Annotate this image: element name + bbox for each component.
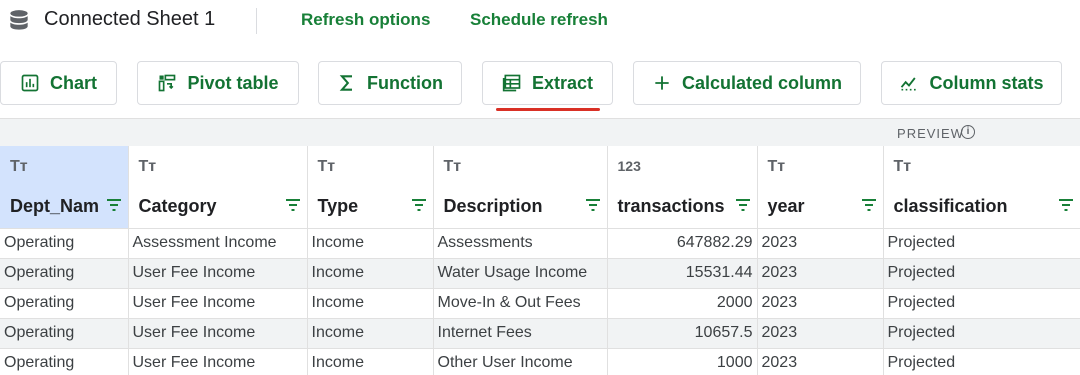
table-cell[interactable]: 647882.29 [607,228,758,259]
table-cell[interactable]: Assessments [433,228,608,259]
column-stats-button[interactable]: Column stats [881,61,1062,105]
table-cell[interactable]: 2023 [757,348,884,375]
table-cell[interactable]: Assessment Income [128,228,308,259]
table-row: Operating User Fee Income Income Other U… [0,348,1080,375]
table-cell[interactable]: 1000 [607,348,758,375]
column-header-dept-nam[interactable]: Tт Dept_Nam [0,146,129,229]
column-header-transactions[interactable]: 123 transactions [607,146,758,229]
table-cell[interactable]: User Fee Income [128,258,308,289]
text-type-icon: Tт [138,158,157,175]
table-cell[interactable]: 2023 [757,228,884,259]
table-cell[interactable]: Projected [883,258,1080,289]
title-divider [256,8,257,34]
column-stats-icon [901,77,917,91]
column-name: classification [893,196,1008,216]
text-type-icon: Tт [317,158,336,175]
table-row: Operating User Fee Income Income Interne… [0,318,1080,349]
bar-chart-icon [21,74,39,92]
table-cell[interactable]: User Fee Income [128,318,308,349]
filter-icon[interactable] [585,198,601,212]
table-cell[interactable]: Projected [883,318,1080,349]
function-button[interactable]: Function [318,61,462,105]
table-cell[interactable]: 2023 [757,258,884,289]
column-name: transactions [617,196,725,216]
filter-icon[interactable] [285,198,301,212]
table-cell[interactable]: 10657.5 [607,318,758,349]
extract-button[interactable]: Extract [482,61,613,105]
filter-icon[interactable] [1058,198,1074,212]
column-name: year [767,196,805,216]
schedule-refresh-link[interactable]: Schedule refresh [470,10,608,30]
table-row: Operating User Fee Income Income Water U… [0,258,1080,289]
table-cell[interactable]: 2023 [757,318,884,349]
table-cell[interactable]: Other User Income [433,348,608,375]
title-bar: Connected Sheet 1 Refresh options Schedu… [0,0,1080,42]
chart-button[interactable]: Chart [0,61,117,105]
table-cell[interactable]: Operating [0,288,129,319]
column-header-type[interactable]: Tт Type [307,146,434,229]
table-cell[interactable]: 15531.44 [607,258,758,289]
column-name: Description [443,196,543,216]
text-type-icon: Tт [767,158,786,175]
number-type-icon: 123 [617,158,641,174]
column-header-year[interactable]: Tт year [757,146,884,229]
pivot-table-button-label: Pivot table [187,72,279,93]
pivot-table-button[interactable]: Pivot table [137,61,299,105]
sigma-icon [339,75,352,91]
refresh-options-link[interactable]: Refresh options [301,10,430,30]
table-cell[interactable]: Income [307,288,434,319]
text-type-icon: Tт [893,158,912,175]
table-cell[interactable]: 2023 [757,288,884,319]
filter-icon[interactable] [735,198,751,212]
table-cell[interactable]: User Fee Income [128,348,308,375]
filter-icon[interactable] [861,198,877,212]
sheet-title: Connected Sheet 1 [44,8,216,30]
text-type-icon: Tт [10,158,28,175]
table-cell[interactable]: Projected [883,228,1080,259]
table-cell[interactable]: Operating [0,318,129,349]
table-cell[interactable]: Income [307,258,434,289]
column-header-category[interactable]: Tт Category [128,146,308,229]
database-icon [10,10,28,30]
info-icon[interactable]: i [961,125,975,139]
table-cell[interactable]: Water Usage Income [433,258,608,289]
function-button-label: Function [367,72,443,93]
table-row: Operating User Fee Income Income Move-In… [0,288,1080,319]
table-cell[interactable]: Move-In & Out Fees [433,288,608,319]
filter-icon[interactable] [106,198,122,212]
table-cell[interactable]: User Fee Income [128,288,308,319]
table-cell[interactable]: Internet Fees [433,318,608,349]
preview-label: PREVIEW [897,126,964,141]
filter-icon[interactable] [411,198,427,212]
calculated-column-button-label: Calculated column [681,72,843,93]
table-cell[interactable]: Operating [0,228,129,259]
table-cell[interactable]: Operating [0,258,129,289]
column-name: Dept_Nam [10,196,100,216]
table-cell[interactable]: Operating [0,348,129,375]
chart-button-label: Chart [49,72,97,93]
table-cell[interactable]: Income [307,228,434,259]
column-stats-button-label: Column stats [929,72,1044,93]
text-type-icon: Tт [443,158,462,175]
column-header-classification[interactable]: Tт classification [883,146,1080,229]
column-header-description[interactable]: Tт Description [433,146,608,229]
table-cell[interactable]: Income [307,348,434,375]
column-header-row: Tт Dept_Nam Tт Category Tт Type Tт Descr… [0,146,1080,229]
data-preview-table: Tт Dept_Nam Tт Category Tт Type Tт Descr… [0,146,1080,375]
column-name: Category [138,196,217,216]
calculated-column-button[interactable]: Calculated column [633,61,861,105]
table-cell[interactable]: Income [307,318,434,349]
table-cell[interactable]: Projected [883,288,1080,319]
column-name: Type [317,196,359,216]
plus-icon [655,76,669,90]
table-cell[interactable]: 2000 [607,288,758,319]
pivot-table-icon [159,74,176,92]
extract-button-label: Extract [531,72,594,93]
table-cell[interactable]: Projected [883,348,1080,375]
extract-table-icon [502,74,521,92]
preview-bar: PREVIEW i [0,118,1080,146]
table-row: Operating Assessment Income Income Asses… [0,228,1080,259]
active-tab-indicator [496,108,600,111]
